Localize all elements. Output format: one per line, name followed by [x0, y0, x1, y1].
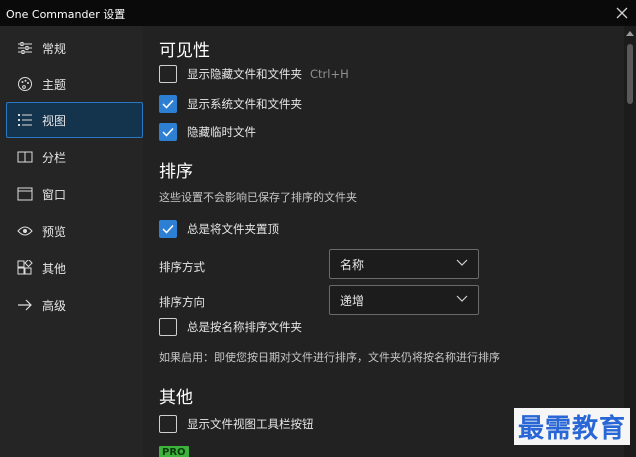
sidebar-item-label: 常规 [42, 41, 67, 56]
eye-icon [16, 222, 34, 240]
hide-temp-checkbox[interactable] [159, 123, 177, 141]
sidebar-item-other[interactable]: 其他 [0, 250, 143, 286]
sidebar-item-label: 视图 [42, 113, 67, 128]
show-hidden-checkbox[interactable] [159, 65, 177, 83]
folders-by-name-checkbox[interactable] [159, 318, 177, 336]
pro-badge: PRO [159, 446, 189, 457]
show-hidden-option[interactable]: 显示隐藏文件和文件夹 Ctrl+H [159, 65, 349, 83]
show-system-label: 显示系统文件和文件夹 [187, 97, 302, 111]
sort-direction-select[interactable]: 递增 [329, 285, 479, 315]
sorting-note: 如果启用：即使您按日期对文件进行排序，文件夹仍将按名称进行排序 [159, 351, 500, 364]
sort-direction-label: 排序方向 [159, 295, 205, 309]
folders-by-name-option[interactable]: 总是按名称排序文件夹 [159, 318, 302, 336]
sort-by-label: 排序方式 [159, 260, 205, 274]
columns-icon [16, 148, 34, 166]
sidebar-item-general[interactable]: 常规 [0, 30, 143, 66]
sidebar-item-theme[interactable]: 主题 [0, 66, 143, 102]
show-toolbar-label: 显示文件视图工具栏按钮 [187, 417, 314, 431]
sidebar-item-advanced[interactable]: 高级 [0, 287, 143, 323]
window-icon [16, 185, 34, 203]
sidebar-item-view[interactable]: 视图 [6, 102, 143, 138]
sidebar-item-columns[interactable]: 分栏 [0, 139, 143, 175]
sidebar-item-preview[interactable]: 预览 [0, 213, 143, 249]
checkmark-icon [162, 99, 174, 109]
sliders-icon [16, 39, 34, 57]
show-hidden-label: 显示隐藏文件和文件夹 [187, 67, 302, 81]
list-view-icon [16, 111, 34, 129]
section-heading-visibility: 可见性 [159, 41, 210, 61]
sort-by-select[interactable]: 名称 [329, 249, 479, 279]
sort-direction-value: 递增 [340, 293, 365, 308]
shortcut-hint: Ctrl+H [310, 67, 349, 81]
folders-top-option[interactable]: 总是将文件夹置顶 [159, 220, 279, 238]
chevron-down-icon [456, 259, 468, 266]
title-bar: One Commander 设置 [0, 0, 636, 26]
folders-top-checkbox[interactable] [159, 220, 177, 238]
sidebar-item-label: 主题 [42, 77, 67, 92]
close-icon [616, 7, 628, 19]
sidebar-item-label: 预览 [42, 224, 67, 239]
watermark-logo: 最需教育 [513, 408, 630, 445]
section-heading-other: 其他 [159, 388, 193, 408]
palette-icon [16, 75, 34, 93]
sidebar-item-label: 窗口 [42, 187, 67, 202]
sidebar-item-label: 分栏 [42, 150, 67, 165]
arrow-right-icon [16, 296, 34, 314]
hide-temp-label: 隐藏临时文件 [187, 125, 256, 139]
sidebar-item-window[interactable]: 窗口 [0, 176, 143, 212]
scrollbar[interactable] [624, 26, 636, 457]
hide-temp-option[interactable]: 隐藏临时文件 [159, 123, 256, 141]
section-heading-sorting: 排序 [159, 162, 193, 182]
sidebar-item-label: 其他 [42, 261, 67, 276]
folders-by-name-label: 总是按名称排序文件夹 [187, 320, 302, 334]
sidebar-item-label: 高级 [42, 298, 67, 313]
settings-sidebar: 常规 主题 视图 分栏 窗口 预览 其他 高级 [0, 26, 143, 457]
chevron-up-icon [626, 31, 634, 36]
close-button[interactable] [610, 2, 634, 24]
sort-by-value: 名称 [340, 257, 365, 272]
folders-top-label: 总是将文件夹置顶 [187, 222, 279, 236]
checkmark-icon [162, 127, 174, 137]
show-toolbar-option[interactable]: 显示文件视图工具栏按钮 [159, 415, 314, 433]
show-toolbar-checkbox[interactable] [159, 415, 177, 433]
chevron-down-icon [456, 295, 468, 302]
show-system-option[interactable]: 显示系统文件和文件夹 [159, 95, 302, 113]
show-system-checkbox[interactable] [159, 95, 177, 113]
sorting-description: 这些设置不会影响已保存了排序的文件夹 [159, 191, 357, 204]
checkmark-icon [162, 224, 174, 234]
settings-content: 可见性 显示隐藏文件和文件夹 Ctrl+H 显示系统文件和文件夹 隐藏临时文件 … [143, 26, 636, 457]
window-title: One Commander 设置 [6, 8, 126, 21]
apps-icon [16, 259, 34, 277]
scrollbar-thumb[interactable] [627, 44, 633, 104]
